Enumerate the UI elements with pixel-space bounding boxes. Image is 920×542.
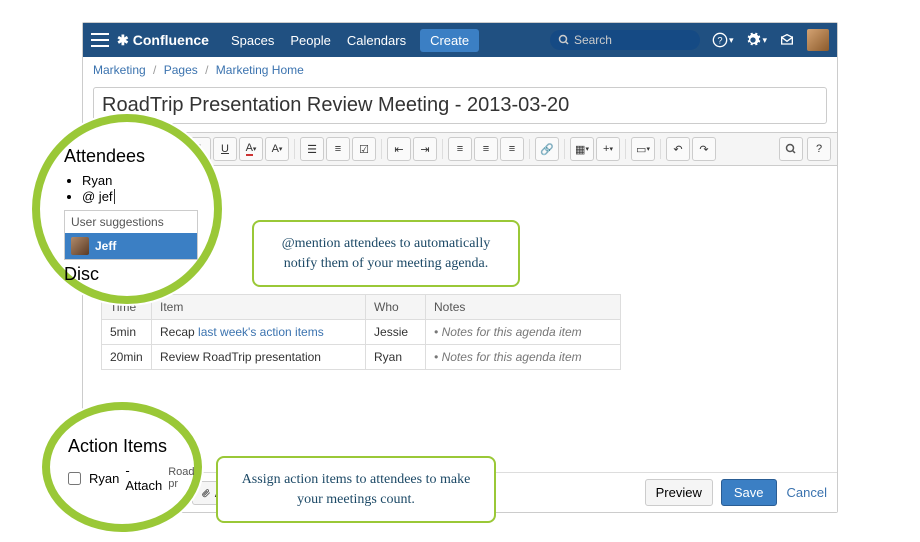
attendees-callout-circle: Attendees Ryan @ jef User suggestions Je… (32, 114, 222, 304)
outdent-button[interactable]: ⇤ (387, 137, 411, 161)
help-button[interactable]: ? (807, 137, 831, 161)
user-avatar[interactable] (807, 29, 829, 51)
text-color-button[interactable]: A ▾ (239, 137, 263, 161)
task-list-button[interactable]: ☑ (352, 137, 376, 161)
mention-caption: @mention attendees to automatically noti… (252, 220, 520, 287)
indent-button[interactable]: ⇥ (413, 137, 437, 161)
undo-button[interactable]: ↶ (666, 137, 690, 161)
suggestions-heading: User suggestions (65, 211, 197, 233)
table-row[interactable]: 20min Review RoadTrip presentation Ryan … (102, 345, 621, 370)
nav-spaces[interactable]: Spaces (231, 33, 274, 48)
action-item-text: - Attach (125, 463, 162, 493)
action-items-callout-circle: Action Items Ryan - Attach RoadTrip pr (42, 402, 202, 532)
col-notes: Notes (426, 295, 621, 320)
user-suggestions-dropdown: User suggestions Jeff (64, 210, 198, 260)
confluence-logo[interactable]: ✱ Confluence (117, 32, 209, 49)
action-items-caption: Assign action items to attendees to make… (216, 456, 496, 523)
agenda-table: Time Item Who Notes 5min Recap last week… (101, 294, 621, 370)
insert-button[interactable]: + ▾ (596, 137, 620, 161)
help-icon[interactable]: ? ▾ (712, 32, 734, 48)
save-button[interactable]: Save (721, 479, 777, 506)
align-center-button[interactable]: ≡ (474, 137, 498, 161)
paperclip-icon (201, 488, 211, 498)
search-icon (558, 34, 570, 46)
logo-mark-icon: ✱ (117, 32, 129, 49)
search-box[interactable] (550, 30, 700, 50)
action-item-checkbox[interactable] (68, 472, 81, 485)
gear-icon[interactable]: ▾ (745, 32, 767, 48)
page-title-input[interactable] (93, 87, 827, 124)
table-row[interactable]: 5min Recap last week's action items Jess… (102, 320, 621, 345)
col-who: Who (366, 295, 426, 320)
table-button[interactable]: ▦ ▾ (570, 137, 594, 161)
breadcrumb-marketing[interactable]: Marketing (93, 63, 146, 77)
preview-button[interactable]: Preview (645, 479, 713, 506)
cancel-link[interactable]: Cancel (787, 485, 827, 500)
brand-text: Confluence (133, 32, 209, 48)
align-right-button[interactable]: ≡ (500, 137, 524, 161)
underline-button[interactable]: U (213, 137, 237, 161)
number-list-button[interactable]: ≡ (326, 137, 350, 161)
breadcrumb-marketing-home[interactable]: Marketing Home (216, 63, 304, 77)
menu-icon[interactable] (91, 33, 109, 47)
redo-button[interactable]: ↷ (692, 137, 716, 161)
notifications-icon[interactable] (779, 32, 795, 48)
layout-button[interactable]: ▭ ▾ (631, 137, 655, 161)
breadcrumb-pages[interactable]: Pages (164, 63, 198, 77)
action-items-link[interactable]: last week's action items (198, 325, 324, 339)
suggestion-avatar (71, 237, 89, 255)
action-items-heading: Action Items (68, 436, 184, 457)
action-item-assignee[interactable]: Ryan (89, 471, 119, 486)
create-button[interactable]: Create (420, 29, 479, 52)
link-button[interactable]: 🔗 (535, 137, 559, 161)
nav-calendars[interactable]: Calendars (347, 33, 406, 48)
breadcrumb: Marketing / Pages / Marketing Home (83, 57, 837, 83)
suggestion-jeff[interactable]: Jeff (65, 233, 197, 259)
nav-people[interactable]: People (290, 33, 330, 48)
align-left-button[interactable]: ≡ (448, 137, 472, 161)
action-item-trail: RoadTrip pr (168, 466, 194, 490)
mention-input[interactable]: @ jef (82, 189, 115, 204)
find-button[interactable] (779, 137, 803, 161)
bullet-list-button[interactable]: ☰ (300, 137, 324, 161)
svg-text:?: ? (717, 35, 722, 45)
search-input[interactable] (574, 33, 674, 47)
discussion-heading-partial: Disc (64, 264, 198, 285)
attendees-heading: Attendees (64, 146, 198, 167)
attendee-ryan[interactable]: Ryan (82, 173, 112, 188)
topbar: ✱ Confluence Spaces People Calendars Cre… (83, 23, 837, 57)
more-formatting-button[interactable]: A▾ (265, 137, 289, 161)
col-item: Item (152, 295, 366, 320)
